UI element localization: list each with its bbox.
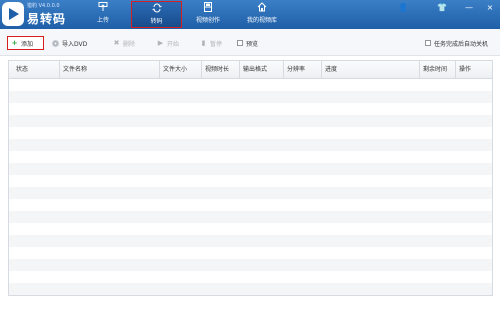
transcode-icon	[151, 3, 162, 13]
empty-table-row	[9, 247, 492, 259]
empty-table-row	[9, 211, 492, 223]
empty-table-row	[9, 79, 492, 91]
pause-icon: ▮	[201, 38, 206, 47]
empty-table-row	[9, 199, 492, 211]
delete-label: 删除	[123, 40, 136, 48]
empty-table-row	[9, 103, 492, 115]
home-icon	[257, 2, 267, 12]
empty-table-row	[9, 163, 492, 175]
table-body	[9, 79, 492, 295]
empty-table-row	[9, 223, 492, 235]
column-header-output-format[interactable]: 输出格式	[239, 61, 283, 79]
empty-table-row	[9, 283, 492, 295]
column-header-filesize[interactable]: 文件大小	[159, 61, 201, 79]
empty-table-row	[9, 175, 492, 187]
delete-button[interactable]: ✖ 删除	[113, 37, 135, 49]
empty-table-row	[9, 187, 492, 199]
film-icon	[204, 2, 212, 12]
column-header-actions[interactable]: 操作	[455, 61, 492, 79]
tab-video-creation[interactable]: 视频创作	[193, 1, 223, 28]
close-icon[interactable]: ×	[484, 3, 496, 12]
upload-icon	[98, 2, 108, 11]
pause-button[interactable]: ▮ 暂停	[200, 37, 222, 49]
minimize-icon[interactable]: —	[463, 3, 475, 12]
empty-table-row	[9, 115, 492, 127]
empty-table-row	[9, 259, 492, 271]
delete-icon: ✖	[113, 38, 120, 47]
app-logo	[2, 2, 24, 26]
empty-table-row	[9, 271, 492, 283]
column-header-resolution[interactable]: 分辨率	[283, 61, 321, 79]
play-icon	[9, 8, 19, 20]
skin-icon[interactable]: 👕	[436, 3, 448, 12]
start-button[interactable]: ▶ 开始	[157, 37, 179, 49]
table-header: 状态 文件名称 文件大小 视频时长 输出格式 分辨率 进度 剩余时间 操作	[9, 61, 492, 79]
tab-transcode-label: 转码	[150, 18, 163, 25]
app-name: 易转码	[27, 12, 67, 26]
auto-shutdown-checkbox[interactable]: 任务完成后自动关机	[425, 37, 488, 49]
toolbar: + 添加 导入DVD ✖ 删除 ▶ 开始 ▮ 暂停 预览 任务完成后自动关机	[0, 29, 500, 56]
tab-video-creation-label: 视频创作	[195, 17, 220, 24]
title-bar: 猎豹 V4.0.0.0 易转码 上传 转码 视频创作 我的视频库 👤 👕 — ×	[0, 0, 500, 29]
tab-upload-label: 上传	[96, 17, 109, 24]
disc-icon	[52, 39, 59, 47]
user-icon[interactable]: 👤	[397, 3, 409, 12]
import-dvd-button[interactable]: 导入DVD	[52, 37, 87, 49]
column-header-remaining-time[interactable]: 剩余时间	[419, 61, 455, 79]
task-table: 状态 文件名称 文件大小 视频时长 输出格式 分辨率 进度 剩余时间 操作	[8, 60, 493, 296]
preview-checkbox-box[interactable]	[237, 40, 243, 46]
tab-my-video-library[interactable]: 我的视频库	[243, 1, 281, 28]
auto-shutdown-label: 任务完成后自动关机	[434, 40, 489, 48]
add-button-label: 添加	[21, 40, 34, 48]
empty-table-row	[9, 235, 492, 247]
pause-label: 暂停	[210, 40, 223, 48]
auto-shutdown-checkbox-box[interactable]	[425, 40, 431, 46]
column-header-filename[interactable]: 文件名称	[59, 61, 159, 79]
import-dvd-label: 导入DVD	[62, 40, 88, 48]
empty-table-row	[9, 91, 492, 103]
plus-icon: +	[11, 38, 18, 47]
start-label: 开始	[167, 40, 180, 48]
empty-table-row	[9, 151, 492, 163]
add-button[interactable]: + 添加	[7, 36, 44, 50]
play-icon: ▶	[157, 38, 164, 47]
preview-checkbox[interactable]: 预览	[237, 37, 258, 49]
empty-table-row	[9, 127, 492, 139]
tab-my-video-library-label: 我的视频库	[246, 17, 277, 24]
preview-label: 预览	[246, 40, 259, 48]
column-header-status[interactable]: 状态	[13, 61, 59, 79]
column-header-duration[interactable]: 视频时长	[201, 61, 239, 79]
column-header-progress[interactable]: 进度	[321, 61, 419, 79]
empty-table-row	[9, 139, 492, 151]
tab-transcode[interactable]: 转码	[131, 1, 182, 28]
tab-upload[interactable]: 上传	[92, 1, 114, 28]
app-version: 猎豹 V4.0.0.0	[27, 3, 60, 9]
